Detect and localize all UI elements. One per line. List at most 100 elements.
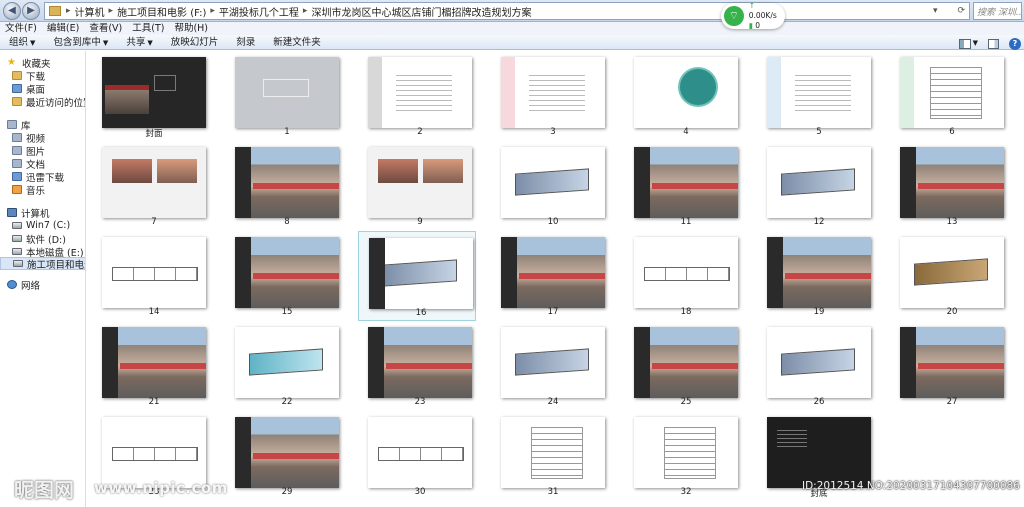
sidebar-item-pictures[interactable]: 图片 <box>12 144 45 158</box>
sidebar-item-drive-f[interactable]: 施工项目和电影 (F:) <box>0 257 85 271</box>
file-item[interactable]: 4 <box>624 51 742 141</box>
sidebar-item-label: 收藏夹 <box>22 58 51 70</box>
file-item[interactable]: 15 <box>225 231 343 321</box>
dropdown-arrow-icon[interactable]: ▾ <box>933 6 938 16</box>
preview-pane-icon[interactable] <box>988 38 999 49</box>
file-item[interactable]: 23 <box>358 321 476 411</box>
file-item[interactable]: 29 <box>225 411 343 501</box>
sidebar-item-libraries[interactable]: 库 <box>7 118 31 132</box>
menu-file[interactable]: 文件(F) <box>0 22 42 35</box>
sidebar-item-documents[interactable]: 文档 <box>12 157 46 171</box>
sidebar-item-label: 文档 <box>26 159 46 171</box>
file-thumbnail <box>634 57 738 128</box>
sidebar-item-label: 视频 <box>26 133 46 145</box>
file-item[interactable]: 10 <box>491 141 609 231</box>
forward-button[interactable]: ▶ <box>22 2 40 20</box>
file-thumbnail <box>767 237 871 308</box>
sidebar-item-network[interactable]: 网络 <box>7 278 40 292</box>
menu-tools[interactable]: 工具(T) <box>127 22 169 35</box>
breadcrumb-project[interactable]: 平湖投标几个工程 <box>216 4 302 19</box>
file-item[interactable]: 27 <box>890 321 1008 411</box>
organize-button[interactable]: 组织 ▼ <box>0 35 44 49</box>
file-item[interactable]: 31 <box>491 411 609 501</box>
sidebar-item-drive-d[interactable]: 软件 (D:) <box>12 232 66 246</box>
file-item[interactable]: 13 <box>890 141 1008 231</box>
sidebar-item-label: 施工项目和电影 (F:) <box>27 259 85 271</box>
refresh-icon[interactable]: ⟳ <box>957 6 965 16</box>
file-item[interactable]: 封面 <box>92 51 210 141</box>
file-item[interactable]: 1 <box>225 51 343 141</box>
file-item[interactable]: 22 <box>225 321 343 411</box>
sidebar-item-music[interactable]: 音乐 <box>12 183 46 197</box>
sidebar-item-favorites[interactable]: ★ 收藏夹 <box>7 56 51 70</box>
sidebar-item-computer[interactable]: 计算机 <box>7 206 50 220</box>
file-item[interactable]: 17 <box>491 231 609 321</box>
thunder-download-icon <box>12 172 22 181</box>
help-icon[interactable]: ? <box>1009 37 1021 50</box>
search-input[interactable]: 搜索 深圳... <box>973 2 1022 20</box>
file-item[interactable]: 6 <box>890 51 1008 141</box>
file-item[interactable]: 24 <box>491 321 609 411</box>
back-button[interactable]: ◀ <box>3 2 21 20</box>
sidebar-item-label: 计算机 <box>21 208 50 220</box>
file-name: 1 <box>284 127 290 137</box>
caret-down-icon[interactable]: ▼ <box>973 36 978 51</box>
recent-places-icon <box>12 97 22 106</box>
file-thumbnail <box>501 57 605 128</box>
file-name: 8 <box>284 217 290 227</box>
sidebar-item-recent[interactable]: 最近访问的位置 <box>12 95 85 109</box>
file-item[interactable]: 8 <box>225 141 343 231</box>
change-view-icon[interactable] <box>958 38 971 49</box>
file-thumbnail <box>368 147 472 218</box>
watermark-url: www.nipic.com <box>94 479 228 497</box>
file-name: 21 <box>148 397 160 407</box>
file-item[interactable]: 7 <box>92 141 210 231</box>
menu-edit[interactable]: 编辑(E) <box>42 22 84 35</box>
sidebar-item-videos[interactable]: 视频 <box>12 131 46 145</box>
file-item[interactable]: 9 <box>358 141 476 231</box>
network-speed-widget[interactable]: ⌔ ↑ 0.00K/s ▮ 0 <box>721 1 785 30</box>
menu-view[interactable]: 查看(V) <box>84 22 127 35</box>
file-item[interactable]: 21 <box>92 321 210 411</box>
file-item[interactable]: 20 <box>890 231 1008 321</box>
file-thumbnail <box>767 327 871 398</box>
file-item[interactable]: 12 <box>757 141 875 231</box>
file-thumbnail <box>767 147 871 218</box>
sidebar-item-downloads[interactable]: 下载 <box>12 69 45 83</box>
file-item[interactable]: 2 <box>358 51 476 141</box>
slideshow-button[interactable]: 放映幻灯片 <box>162 35 228 49</box>
file-thumbnail <box>634 147 738 218</box>
include-in-library-button[interactable]: 包含到库中 ▼ <box>44 35 117 49</box>
breadcrumb-drive-f[interactable]: 施工项目和电影 (F:) <box>114 4 209 19</box>
file-item[interactable]: 19 <box>757 231 875 321</box>
share-button[interactable]: 共享 ▼ <box>117 35 161 49</box>
file-item[interactable]: 5 <box>757 51 875 141</box>
file-thumbnail <box>900 237 1004 308</box>
file-item[interactable]: 32 <box>624 411 742 501</box>
star-icon: ★ <box>7 57 16 68</box>
file-name: 12 <box>813 217 825 227</box>
download-folder-icon <box>12 71 22 80</box>
breadcrumb-current-folder[interactable]: 深圳市龙岗区中心城区店铺门楣招牌改造规划方案 <box>308 4 534 19</box>
sidebar-item-desktop[interactable]: 桌面 <box>12 82 45 96</box>
file-item[interactable]: 18 <box>624 231 742 321</box>
file-item[interactable]: 26 <box>757 321 875 411</box>
sidebar-item-drive-c[interactable]: Win7 (C:) <box>12 219 70 232</box>
watermark-id: ID:2012514 NO:20200317104307700086 <box>802 480 1020 492</box>
sidebar-item-label: 音乐 <box>26 185 46 197</box>
new-folder-button[interactable]: 新建文件夹 <box>264 35 330 49</box>
menu-help[interactable]: 帮助(H) <box>169 22 213 35</box>
file-name: 11 <box>680 217 692 227</box>
caret-down-icon: ▼ <box>30 39 36 47</box>
file-item[interactable]: 25 <box>624 321 742 411</box>
file-item[interactable]: 16 <box>358 231 476 321</box>
burn-button[interactable]: 刻录 <box>227 35 264 49</box>
address-input[interactable]: ▸ 计算机 ▸ 施工项目和电影 (F:) ▸ 平湖投标几个工程 ▸ 深圳市龙岗区… <box>44 2 970 20</box>
sidebar-item-thunder[interactable]: 迅雷下载 <box>12 170 64 184</box>
network-icon <box>7 280 17 289</box>
file-item[interactable]: 30 <box>358 411 476 501</box>
file-item[interactable]: 14 <box>92 231 210 321</box>
breadcrumb-computer[interactable]: 计算机 <box>72 4 108 19</box>
file-item[interactable]: 11 <box>624 141 742 231</box>
file-item[interactable]: 3 <box>491 51 609 141</box>
